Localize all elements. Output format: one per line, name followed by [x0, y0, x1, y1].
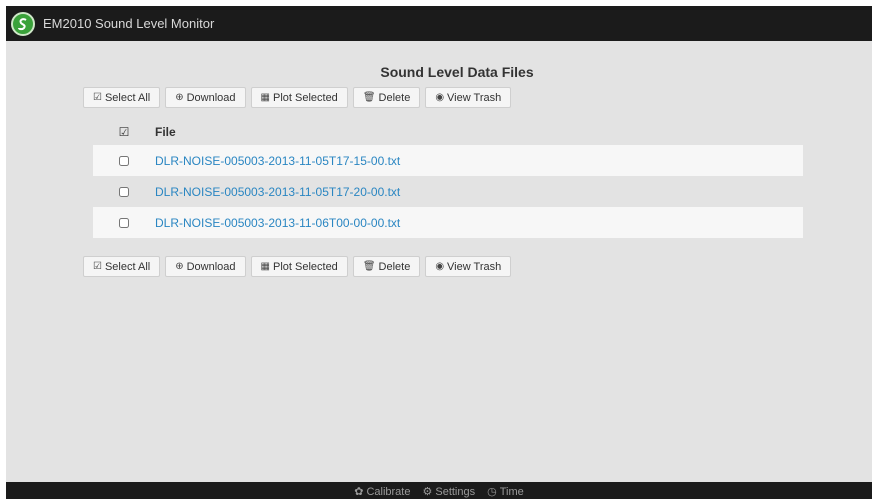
- view-trash-button[interactable]: ◉ View Trash: [425, 256, 512, 277]
- eye-icon: ◉: [435, 261, 445, 272]
- check-square-icon: ☑: [93, 92, 102, 103]
- table-row: DLR-NOISE-005003-2013-11-05T17-20-00.txt: [93, 176, 803, 207]
- trash-icon: 🗑: [362, 92, 376, 103]
- file-table: ☑ File DLR-NOISE-005003-2013-11-05T17-15…: [93, 118, 803, 238]
- select-all-button[interactable]: ☑ Select All: [83, 256, 161, 277]
- bar-chart-icon: ▦: [260, 92, 270, 103]
- gear-icon: ⚙: [422, 486, 433, 498]
- circle-arrow-down-icon: ⊕: [175, 92, 184, 103]
- time-link[interactable]: ◷ Time: [487, 485, 524, 499]
- trash-icon: 🗑: [362, 261, 376, 272]
- table-header: ☑ File: [93, 118, 803, 145]
- file-column-header: File: [155, 124, 176, 139]
- app-window: EM2010 Sound Level Monitor Sound Level D…: [6, 6, 872, 499]
- row-checkbox[interactable]: [119, 217, 129, 228]
- plot-selected-button[interactable]: ▦ Plot Selected: [250, 256, 348, 277]
- plot-selected-button[interactable]: ▦ Plot Selected: [250, 87, 348, 108]
- view-trash-button[interactable]: ◉ View Trash: [425, 87, 512, 108]
- circle-arrow-down-icon: ⊕: [175, 261, 184, 272]
- navbar: EM2010 Sound Level Monitor: [6, 6, 872, 41]
- download-button[interactable]: ⊕ Download: [165, 256, 246, 277]
- select-all-button[interactable]: ☑ Select All: [83, 87, 161, 108]
- download-button[interactable]: ⊕ Download: [165, 87, 246, 108]
- check-square-icon: ☑: [93, 261, 102, 272]
- file-link[interactable]: DLR-NOISE-005003-2013-11-05T17-20-00.txt: [155, 185, 400, 199]
- footer-bar: ✿ Calibrate ⚙ Settings ◷ Time: [6, 482, 872, 499]
- page-title: Sound Level Data Files: [380, 64, 534, 80]
- delete-button[interactable]: 🗑 Delete: [352, 87, 421, 108]
- table-row: DLR-NOISE-005003-2013-11-05T17-15-00.txt: [93, 145, 803, 176]
- settings-link[interactable]: ⚙ Settings: [422, 485, 475, 499]
- app-logo-icon[interactable]: [11, 11, 35, 36]
- row-checkbox[interactable]: [119, 186, 129, 197]
- bar-chart-icon: ▦: [260, 261, 270, 272]
- table-row: DLR-NOISE-005003-2013-11-06T00-00-00.txt: [93, 207, 803, 238]
- app-title[interactable]: EM2010 Sound Level Monitor: [43, 16, 214, 31]
- gear-small-icon: ✿: [354, 486, 364, 498]
- eye-icon: ◉: [435, 92, 445, 103]
- header-check-icon[interactable]: ☑: [93, 125, 155, 139]
- delete-button[interactable]: 🗑 Delete: [352, 256, 421, 277]
- file-link[interactable]: DLR-NOISE-005003-2013-11-06T00-00-00.txt: [155, 216, 400, 230]
- clock-icon: ◷: [487, 486, 497, 498]
- row-checkbox[interactable]: [119, 155, 129, 166]
- toolbar-top: ☑ Select All ⊕ Download ▦ Plot Selected 🗑 De…: [83, 87, 512, 108]
- file-link[interactable]: DLR-NOISE-005003-2013-11-05T17-15-00.txt: [155, 154, 400, 168]
- toolbar-bottom: ☑ Select All ⊕ Download ▦ Plot Selected 🗑 De…: [83, 256, 512, 277]
- calibrate-link[interactable]: ✿ Calibrate: [354, 485, 410, 499]
